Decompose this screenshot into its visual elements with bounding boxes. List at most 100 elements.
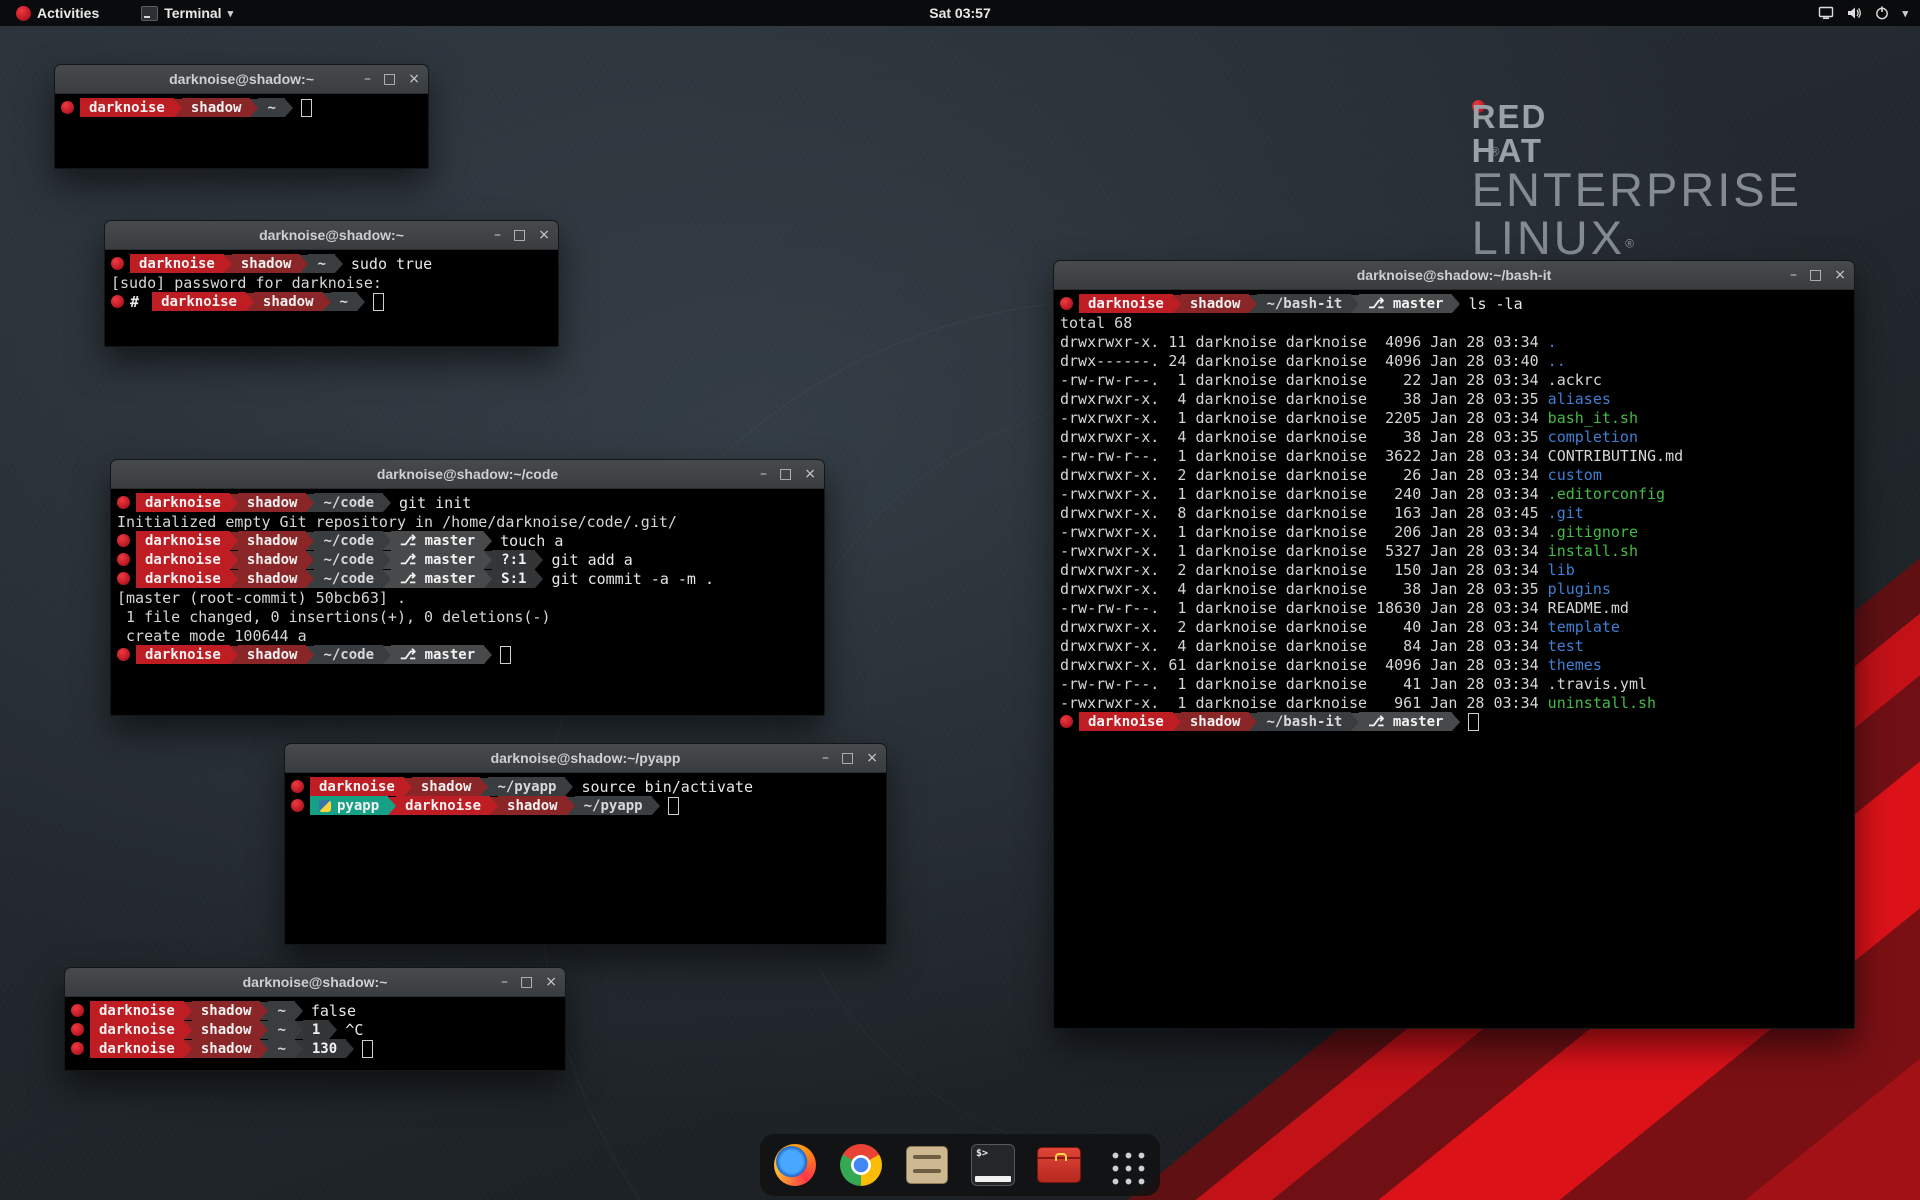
- window-title: darknoise@shadow:~: [243, 974, 388, 990]
- output-line: Initialized empty Git repository in /hom…: [117, 512, 818, 531]
- redhat-prompt-icon: [117, 496, 130, 509]
- terminal-cursor: [301, 99, 312, 117]
- redhat-prompt-icon: [1060, 715, 1073, 728]
- redhat-prompt-icon: [71, 1004, 84, 1017]
- output-text: drwxrwxr-x. 4 darknoise darknoise 38 Jan…: [1060, 428, 1638, 446]
- dock-firefox-icon[interactable]: [772, 1142, 818, 1188]
- powerline-arrow-icon: [565, 778, 573, 796]
- dock-terminal-icon[interactable]: $>: [970, 1142, 1016, 1188]
- branding-title: RED HAT: [1472, 100, 1485, 113]
- prompt-line: darknoiseshadow~/bash-it⎇ master: [1060, 712, 1848, 731]
- output-line: -rw-rw-r--. 1 darknoise darknoise 18630 …: [1060, 598, 1848, 617]
- powerline-arrow-icon: [383, 570, 391, 588]
- powerline-segment: ~/pyapp: [488, 777, 565, 796]
- terminal-cursor: [362, 1040, 373, 1058]
- output-text: -rwxrwxr-x. 1 darknoise darknoise 206 Ja…: [1060, 523, 1638, 541]
- minimize-button[interactable]: –: [760, 467, 767, 481]
- activities-button[interactable]: Activities: [8, 0, 107, 26]
- clock[interactable]: Sat 03:57: [0, 5, 1920, 21]
- maximize-button[interactable]: □: [1809, 268, 1822, 282]
- terminal-content[interactable]: darknoiseshadow~/bash-it⎇ master ls -la to…: [1054, 290, 1854, 735]
- maximize-button[interactable]: □: [520, 975, 533, 989]
- close-button[interactable]: ×: [538, 228, 550, 242]
- output-line: -rwxrwxr-x. 1 darknoise darknoise 961 Ja…: [1060, 693, 1848, 712]
- output-line: -rw-rw-r--. 1 darknoise darknoise 22 Jan…: [1060, 370, 1848, 389]
- powerline-arrow-icon: [388, 797, 396, 815]
- output-line: drwxrwxr-x. 4 darknoise darknoise 38 Jan…: [1060, 427, 1848, 446]
- window-title: darknoise@shadow:~: [259, 227, 404, 243]
- app-grid-icon: [1106, 1146, 1145, 1185]
- maximize-button[interactable]: □: [513, 228, 526, 242]
- system-status-area[interactable]: ▾: [1818, 5, 1920, 21]
- prompt-line: pyappdarknoiseshadow~/pyapp: [291, 796, 880, 815]
- terminal-window: darknoise@shadow:~/bash-it – □ × darknoi…: [1053, 260, 1855, 1029]
- powerline-arrow-icon: [295, 1021, 303, 1039]
- close-button[interactable]: ×: [545, 975, 557, 989]
- output-text: -rw-rw-r--. 1 darknoise darknoise 18630 …: [1060, 599, 1629, 617]
- powerline-arrow-icon: [295, 1002, 303, 1020]
- output-line: drwxrwxr-x. 11 darknoise darknoise 4096 …: [1060, 332, 1848, 351]
- prompt-line: darknoiseshadow~130: [71, 1039, 559, 1058]
- dock-toolbox-icon[interactable]: [1036, 1142, 1082, 1188]
- output-text: total 68: [1060, 314, 1132, 332]
- window-titlebar[interactable]: darknoise@shadow:~/pyapp – □ ×: [285, 744, 886, 773]
- command-text: source bin/activate: [573, 778, 753, 796]
- minimize-button[interactable]: –: [494, 228, 501, 242]
- terminal-content[interactable]: darknoiseshadow~/codegit initInitialized…: [111, 489, 824, 668]
- powerline-segment: ⎇ master: [1359, 294, 1452, 313]
- app-menu-terminal[interactable]: Terminal ▾: [131, 0, 243, 26]
- output-text: drwxrwxr-x. 2 darknoise darknoise 150 Ja…: [1060, 561, 1575, 579]
- dock-files-icon[interactable]: [904, 1142, 950, 1188]
- terminal-content[interactable]: darknoise shadow ~/pyapp source bin/activat…: [285, 773, 886, 819]
- powerline-segment: shadow: [238, 550, 307, 569]
- powerline-arrow-icon: [230, 551, 238, 569]
- minimize-button[interactable]: –: [822, 751, 829, 765]
- output-text: drwxrwxr-x. 4 darknoise darknoise 38 Jan…: [1060, 580, 1611, 598]
- prompt-line: darknoiseshadow~/code⎇ mastertouch a: [117, 531, 818, 550]
- powerline-arrow-icon: [260, 1040, 268, 1058]
- powerline-segment: shadow: [238, 531, 307, 550]
- close-button[interactable]: ×: [866, 751, 878, 765]
- powerline-arrow-icon: [174, 99, 182, 117]
- minimize-button[interactable]: –: [1790, 268, 1797, 282]
- close-button[interactable]: ×: [408, 72, 420, 86]
- window-titlebar[interactable]: darknoise@shadow:~ – □ ×: [105, 221, 558, 250]
- powerline-segment: shadow: [412, 777, 481, 796]
- close-button[interactable]: ×: [804, 467, 816, 481]
- command-text: git commit -a -m .: [543, 570, 714, 588]
- powerline-segment: darknoise: [90, 1039, 184, 1058]
- command-text: ls -la: [1460, 295, 1522, 313]
- dock-chrome-icon[interactable]: [838, 1142, 884, 1188]
- close-button[interactable]: ×: [1834, 268, 1846, 282]
- powerline-segment: ~/code: [314, 645, 383, 664]
- powerline-arrow-icon: [484, 551, 492, 569]
- output-text: drwxrwxr-x. 8 darknoise darknoise 163 Ja…: [1060, 504, 1584, 522]
- maximize-button[interactable]: □: [383, 72, 396, 86]
- powerline-arrow-icon: [1173, 713, 1181, 731]
- dock-app-grid-icon[interactable]: [1102, 1142, 1148, 1188]
- powerline-arrow-icon: [383, 646, 391, 664]
- output-line: drwxrwxr-x. 2 darknoise darknoise 150 Ja…: [1060, 560, 1848, 579]
- minimize-button[interactable]: –: [501, 975, 508, 989]
- powerline-arrow-icon: [404, 778, 412, 796]
- prompt-line: darknoise shadow ~/pyapp source bin/activat…: [291, 777, 880, 796]
- powerline-segment: darknoise: [310, 777, 404, 796]
- powerline-segment: darknoise: [90, 1020, 184, 1039]
- app-menu-label: Terminal: [164, 5, 221, 21]
- maximize-button[interactable]: □: [779, 467, 792, 481]
- window-titlebar[interactable]: darknoise@shadow:~ – □ ×: [65, 968, 565, 997]
- terminal-content[interactable]: darknoiseshadow~: [55, 94, 428, 121]
- powerline-segment: 130: [303, 1039, 346, 1058]
- window-titlebar[interactable]: darknoise@shadow:~/code – □ ×: [111, 460, 824, 489]
- powerline-arrow-icon: [306, 570, 314, 588]
- window-titlebar[interactable]: darknoise@shadow:~/bash-it – □ ×: [1054, 261, 1854, 290]
- powerline-arrow-icon: [484, 646, 492, 664]
- output-text: drwxrwxr-x. 11 darknoise darknoise 4096 …: [1060, 333, 1557, 351]
- output-line: -rwxrwxr-x. 1 darknoise darknoise 206 Ja…: [1060, 522, 1848, 541]
- minimize-button[interactable]: –: [364, 72, 371, 86]
- terminal-content[interactable]: darknoiseshadow~sudo true[sudo] password…: [105, 250, 558, 315]
- terminal-content[interactable]: darknoiseshadow~falsedarknoiseshadow~1^C…: [65, 997, 565, 1062]
- output-text: -rw-rw-r--. 1 darknoise darknoise 41 Jan…: [1060, 675, 1647, 693]
- window-titlebar[interactable]: darknoise@shadow:~ – □ ×: [55, 65, 428, 94]
- maximize-button[interactable]: □: [841, 751, 854, 765]
